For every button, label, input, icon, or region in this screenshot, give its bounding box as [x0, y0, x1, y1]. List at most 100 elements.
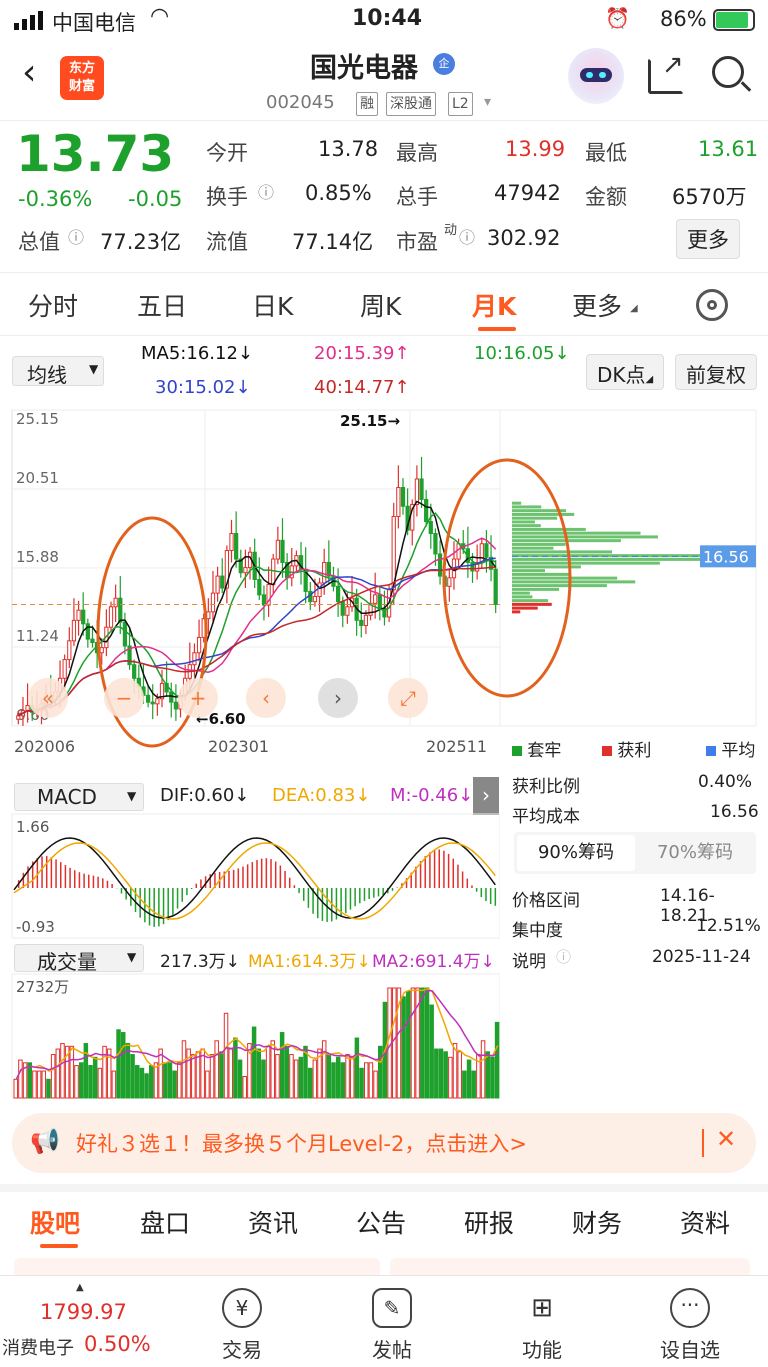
candle-body [257, 578, 262, 596]
caret-down-icon[interactable]: ▾ [484, 94, 491, 110]
badge-l2: L2 [448, 92, 473, 116]
adjust-button[interactable]: 前复权 [675, 354, 757, 390]
volume-bar [158, 1048, 163, 1099]
caret-icon: ◢ [630, 303, 638, 314]
volume-bar [163, 1062, 168, 1099]
tab-orderbook[interactable]: 盘口 [140, 1204, 190, 1240]
chip-bar [512, 561, 660, 565]
volume-bar [209, 1054, 215, 1099]
tab-chip-70[interactable]: 70%筹码 [636, 835, 754, 871]
tab-news[interactable]: 资讯 [248, 1204, 298, 1240]
dk-point-button[interactable]: DK点◢ [586, 354, 665, 390]
more-dots-icon: ··· [670, 1288, 710, 1328]
more-button[interactable]: 更多 [676, 219, 740, 259]
volume-bar [284, 1045, 290, 1099]
volume-bar [485, 1051, 490, 1099]
chip-bar [512, 512, 575, 516]
tab-more[interactable]: 更多 [572, 287, 622, 323]
tab-monthly[interactable]: 月K [472, 287, 516, 323]
volume-bar [13, 1078, 19, 1099]
info-icon[interactable]: ⓘ [68, 224, 84, 248]
candle-body [25, 705, 30, 712]
candle-body [377, 594, 382, 609]
tab-announcements[interactable]: 公告 [356, 1204, 406, 1240]
volume-bar [242, 1076, 247, 1099]
x-tick-label: 202006 [14, 737, 75, 756]
chip-bar [512, 602, 552, 606]
volume-bar [60, 1043, 65, 1099]
volume-chart[interactable]: 2732万 [0, 972, 500, 1100]
chip-bar [512, 520, 535, 524]
candle-body [447, 577, 452, 587]
settings-gear-icon[interactable] [696, 289, 728, 321]
kline-chart[interactable]: 25.1520.5115.8811.246.6025.15→←6.6016.56… [0, 400, 768, 780]
tab-research[interactable]: 研报 [464, 1204, 514, 1240]
volume-bar [326, 1054, 332, 1099]
promo-text[interactable]: 好礼３选１！最多换５个月Level-2，点击进入> [76, 1128, 527, 1158]
app-logo[interactable]: 东方 财富 [60, 56, 104, 100]
share-arrow-icon: ↗ [662, 50, 684, 80]
candle-body [359, 619, 364, 626]
high-label: 最高 [396, 141, 438, 165]
avg-cost-label: 平均成本 [512, 807, 580, 827]
tab-forum[interactable]: 股吧 [30, 1204, 80, 1240]
nav-watchlist[interactable]: ··· 设自选 [640, 1276, 740, 1363]
tab-profile[interactable]: 资料 [680, 1204, 730, 1240]
info-icon[interactable]: ⓘ [459, 224, 475, 248]
volume-select[interactable]: 成交量 ▼ [14, 944, 144, 974]
amount-value: 6570万 [672, 185, 747, 209]
candle-body [373, 594, 378, 604]
amount-label: 金额 [585, 185, 627, 209]
candle-body [85, 623, 90, 640]
nav-post[interactable]: ✎ 发帖 [342, 1276, 442, 1363]
tab-intraday[interactable]: 分时 [28, 287, 78, 323]
divider [702, 1129, 704, 1157]
chip-bar [512, 580, 636, 584]
candle-body [206, 611, 211, 620]
nav-functions[interactable]: ⊞ 功能 [492, 1276, 592, 1363]
volume-bar [214, 1040, 219, 1099]
back-button[interactable]: ‹ [22, 52, 36, 93]
indicator-select[interactable]: 均线 ▼ [12, 356, 104, 387]
macd-select[interactable]: MACD ▼ [14, 783, 144, 811]
info-icon[interactable]: ⓘ [258, 179, 274, 203]
volume-bar [78, 1062, 84, 1099]
tab-daily[interactable]: 日K [252, 287, 293, 323]
nav-functions-label: 功能 [522, 1338, 562, 1362]
turnover-label: 换手 [206, 185, 248, 209]
search-icon[interactable] [712, 56, 752, 92]
badge-connect: 深股通 [386, 92, 436, 116]
stock-name: 国光电器 [310, 53, 418, 84]
close-icon[interactable]: ✕ [716, 1125, 736, 1153]
info-icon[interactable]: ⓘ [556, 946, 571, 967]
volume-bar [406, 990, 411, 1099]
chip-bar [512, 591, 530, 595]
chip-bar [512, 505, 542, 509]
index-name: 消费电子 [2, 1338, 74, 1359]
chip-distribution-panel: 套牢 获利 平均 获利比例 0.40% 平均成本 16.56 90%筹码 70%… [510, 736, 761, 986]
tab-financials[interactable]: 财务 [572, 1204, 622, 1240]
tab-chip-90[interactable]: 90%筹码 [517, 835, 635, 871]
robot-avatar-icon[interactable] [568, 48, 624, 104]
volume-bar [321, 1040, 327, 1099]
promo-banner[interactable]: 📢 好礼３选１！最多换５个月Level-2，点击进入> ✕ [12, 1113, 756, 1173]
tab-5day[interactable]: 五日 [137, 287, 187, 323]
volume-bar [443, 1051, 448, 1099]
change-percent: -0.36% [18, 187, 93, 211]
tab-weekly[interactable]: 周K [360, 287, 401, 323]
nav-trade[interactable]: ¥ 交易 [192, 1276, 292, 1363]
volume-bar [46, 1078, 51, 1099]
volume-bar [177, 1062, 182, 1099]
chevron-right-icon[interactable]: › [473, 777, 499, 815]
profit-ratio-value: 0.40% [698, 772, 753, 792]
candle-body [419, 478, 424, 500]
y-tick-label: 15.88 [16, 548, 59, 566]
candle-body [118, 597, 123, 623]
macd-chart[interactable]: 1.66 -0.93 [0, 812, 500, 940]
candle-body [145, 694, 151, 703]
megaphone-icon: 📢 [30, 1127, 60, 1155]
chip-bar [512, 557, 718, 561]
max-price-label: 25.15→ [340, 412, 400, 430]
index-ticker[interactable]: ▲ 1799.97 消费电子 0.50% [0, 1276, 170, 1367]
index-value: 1799.97 [40, 1300, 127, 1324]
